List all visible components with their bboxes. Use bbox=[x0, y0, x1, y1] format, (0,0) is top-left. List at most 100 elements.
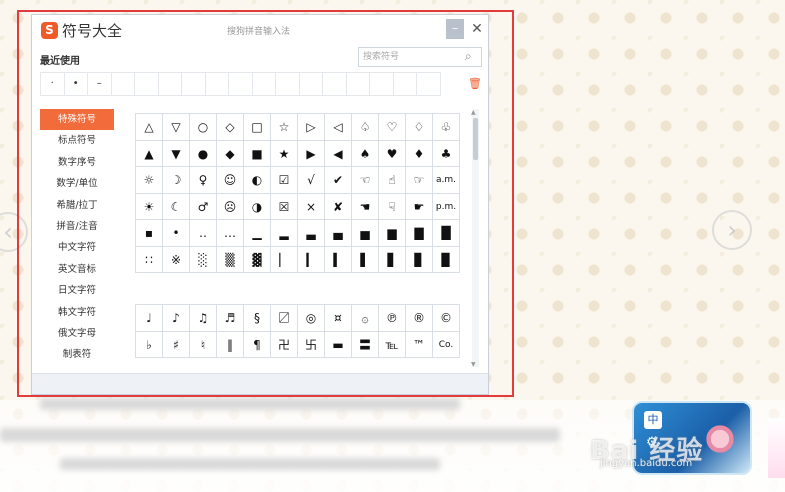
category-item[interactable]: 日文字符 bbox=[40, 280, 114, 301]
symbol-cell[interactable]: ☒ bbox=[271, 193, 298, 220]
symbol-cell[interactable]: ※ bbox=[163, 246, 190, 273]
symbol-cell[interactable]: ☹ bbox=[217, 193, 244, 220]
symbol-cell[interactable]: ¤ bbox=[325, 305, 352, 332]
category-item[interactable]: 中文字符 bbox=[40, 237, 114, 258]
symbol-cell[interactable]: ■ bbox=[244, 140, 271, 167]
symbol-cell[interactable]: ♡ bbox=[379, 114, 406, 141]
symbol-cell[interactable]: ♦ bbox=[406, 140, 433, 167]
symbol-cell[interactable]: Co. bbox=[433, 331, 460, 358]
symbol-cell[interactable]: ® bbox=[406, 305, 433, 332]
symbol-cell[interactable]: ♯ bbox=[163, 331, 190, 358]
symbol-cell[interactable]: ◑ bbox=[244, 193, 271, 220]
recent-symbol-cell[interactable] bbox=[298, 72, 323, 96]
symbol-cell[interactable]: ▂ bbox=[271, 220, 298, 247]
symbol-cell[interactable]: ◇ bbox=[217, 114, 244, 141]
search-box[interactable]: ⌕ bbox=[358, 47, 482, 67]
symbol-cell[interactable]: ♥ bbox=[379, 140, 406, 167]
category-item[interactable]: 俄文字母 bbox=[40, 323, 114, 344]
symbol-cell[interactable]: ▉ bbox=[433, 246, 460, 273]
symbol-cell[interactable]: ♬ bbox=[217, 305, 244, 332]
category-item[interactable]: 韩文字符 bbox=[40, 302, 114, 323]
symbol-cell[interactable]: ™ bbox=[406, 331, 433, 358]
symbol-cell[interactable]: ‖ bbox=[217, 331, 244, 358]
recent-symbol-cell[interactable] bbox=[322, 72, 347, 96]
recent-symbol-cell[interactable]: • bbox=[63, 72, 88, 96]
symbol-cell[interactable]: ▶ bbox=[298, 140, 325, 167]
symbol-cell[interactable]: ◎ bbox=[298, 305, 325, 332]
recent-symbol-cell[interactable] bbox=[275, 72, 300, 96]
symbol-cell[interactable]: ▄ bbox=[325, 220, 352, 247]
scrollbar-thumb[interactable] bbox=[473, 118, 478, 160]
symbol-cell[interactable]: ▲ bbox=[136, 140, 163, 167]
symbol-cell[interactable]: ♪ bbox=[163, 305, 190, 332]
symbol-cell[interactable]: ☜ bbox=[352, 167, 379, 194]
category-item[interactable]: 数字序号 bbox=[40, 152, 114, 173]
symbol-cell[interactable]: ▅ bbox=[352, 220, 379, 247]
category-item[interactable]: 拼音/注音 bbox=[40, 216, 114, 237]
symbol-cell[interactable]: ♭ bbox=[136, 331, 163, 358]
symbol-cell[interactable]: 〓 bbox=[352, 331, 379, 358]
symbol-cell[interactable]: ¶ bbox=[244, 331, 271, 358]
recent-symbol-cell[interactable] bbox=[228, 72, 253, 96]
symbol-cell[interactable]: ▁ bbox=[244, 220, 271, 247]
symbol-cell[interactable]: © bbox=[433, 305, 460, 332]
scroll-up-icon[interactable]: ▲ bbox=[471, 109, 476, 116]
trash-icon[interactable]: 🗑 bbox=[468, 77, 482, 90]
recent-symbol-cell[interactable] bbox=[110, 72, 135, 96]
symbol-cell[interactable]: ▃ bbox=[298, 220, 325, 247]
symbol-cell[interactable]: ▆ bbox=[379, 220, 406, 247]
symbol-cell[interactable]: ○ bbox=[190, 114, 217, 141]
symbol-cell[interactable]: § bbox=[244, 305, 271, 332]
symbol-cell[interactable]: 卍 bbox=[271, 331, 298, 358]
symbol-cell[interactable]: █ bbox=[433, 220, 460, 247]
symbol-cell[interactable]: ◆ bbox=[217, 140, 244, 167]
symbol-cell[interactable]: ◐ bbox=[244, 167, 271, 194]
category-item[interactable]: 数学/单位 bbox=[40, 173, 114, 194]
chinese-mode-icon[interactable]: 中 bbox=[644, 411, 662, 429]
recent-symbol-cell[interactable] bbox=[416, 72, 441, 96]
symbol-cell[interactable]: ▎ bbox=[298, 246, 325, 273]
symbol-cell[interactable]: ◀ bbox=[325, 140, 352, 167]
symbol-cell[interactable]: ▍ bbox=[325, 246, 352, 273]
symbol-cell[interactable]: ☾ bbox=[163, 193, 190, 220]
symbol-cell[interactable]: √ bbox=[298, 167, 325, 194]
symbol-cell[interactable]: ▌ bbox=[352, 246, 379, 273]
symbol-cell[interactable]: ▒ bbox=[217, 246, 244, 273]
recent-symbol-cell[interactable] bbox=[251, 72, 276, 96]
recent-symbol-cell[interactable]: – bbox=[87, 72, 112, 96]
symbol-cell[interactable]: □ bbox=[244, 114, 271, 141]
symbol-cell[interactable]: ♂ bbox=[190, 193, 217, 220]
symbol-cell[interactable]: △ bbox=[136, 114, 163, 141]
symbol-cell[interactable]: ☟ bbox=[379, 193, 406, 220]
symbol-cell[interactable]: ▪ bbox=[136, 220, 163, 247]
recent-symbol-cell[interactable] bbox=[345, 72, 370, 96]
symbol-cell[interactable]: a.m. bbox=[433, 167, 460, 194]
symbol-cell[interactable]: ✔ bbox=[325, 167, 352, 194]
symbol-cell[interactable]: ♤ bbox=[352, 114, 379, 141]
symbol-cell[interactable]: … bbox=[217, 220, 244, 247]
category-item[interactable]: 英文音标 bbox=[40, 259, 114, 280]
symbol-cell[interactable]: ℡ bbox=[379, 331, 406, 358]
category-item[interactable]: 特殊符号 bbox=[40, 109, 114, 131]
symbol-cell[interactable]: ☺ bbox=[217, 167, 244, 194]
symbol-cell[interactable]: ☽ bbox=[163, 167, 190, 194]
recent-symbol-cell[interactable] bbox=[157, 72, 182, 96]
symbol-cell[interactable]: ♢ bbox=[406, 114, 433, 141]
symbol-cell[interactable]: ♩ bbox=[136, 305, 163, 332]
search-icon[interactable]: ⌕ bbox=[465, 49, 472, 64]
symbol-cell[interactable]: ‥ bbox=[190, 220, 217, 247]
symbol-cell[interactable]: ▷ bbox=[298, 114, 325, 141]
symbol-cell[interactable]: ♮ bbox=[190, 331, 217, 358]
symbol-cell[interactable]: ☝ bbox=[379, 167, 406, 194]
close-button[interactable]: ✕ bbox=[468, 19, 486, 39]
recent-symbol-cell[interactable] bbox=[392, 72, 417, 96]
symbol-cell[interactable]: × bbox=[298, 193, 325, 220]
symbol-cell[interactable]: ☆ bbox=[271, 114, 298, 141]
symbol-cell[interactable]: ♀ bbox=[190, 167, 217, 194]
symbol-cell[interactable]: ● bbox=[190, 140, 217, 167]
recent-symbol-cell[interactable] bbox=[204, 72, 229, 96]
symbol-cell[interactable]: ★ bbox=[271, 140, 298, 167]
symbol-cell[interactable]: ℗ bbox=[379, 305, 406, 332]
symbol-cell[interactable]: ۞ bbox=[352, 305, 379, 332]
symbol-cell[interactable]: ✘ bbox=[325, 193, 352, 220]
